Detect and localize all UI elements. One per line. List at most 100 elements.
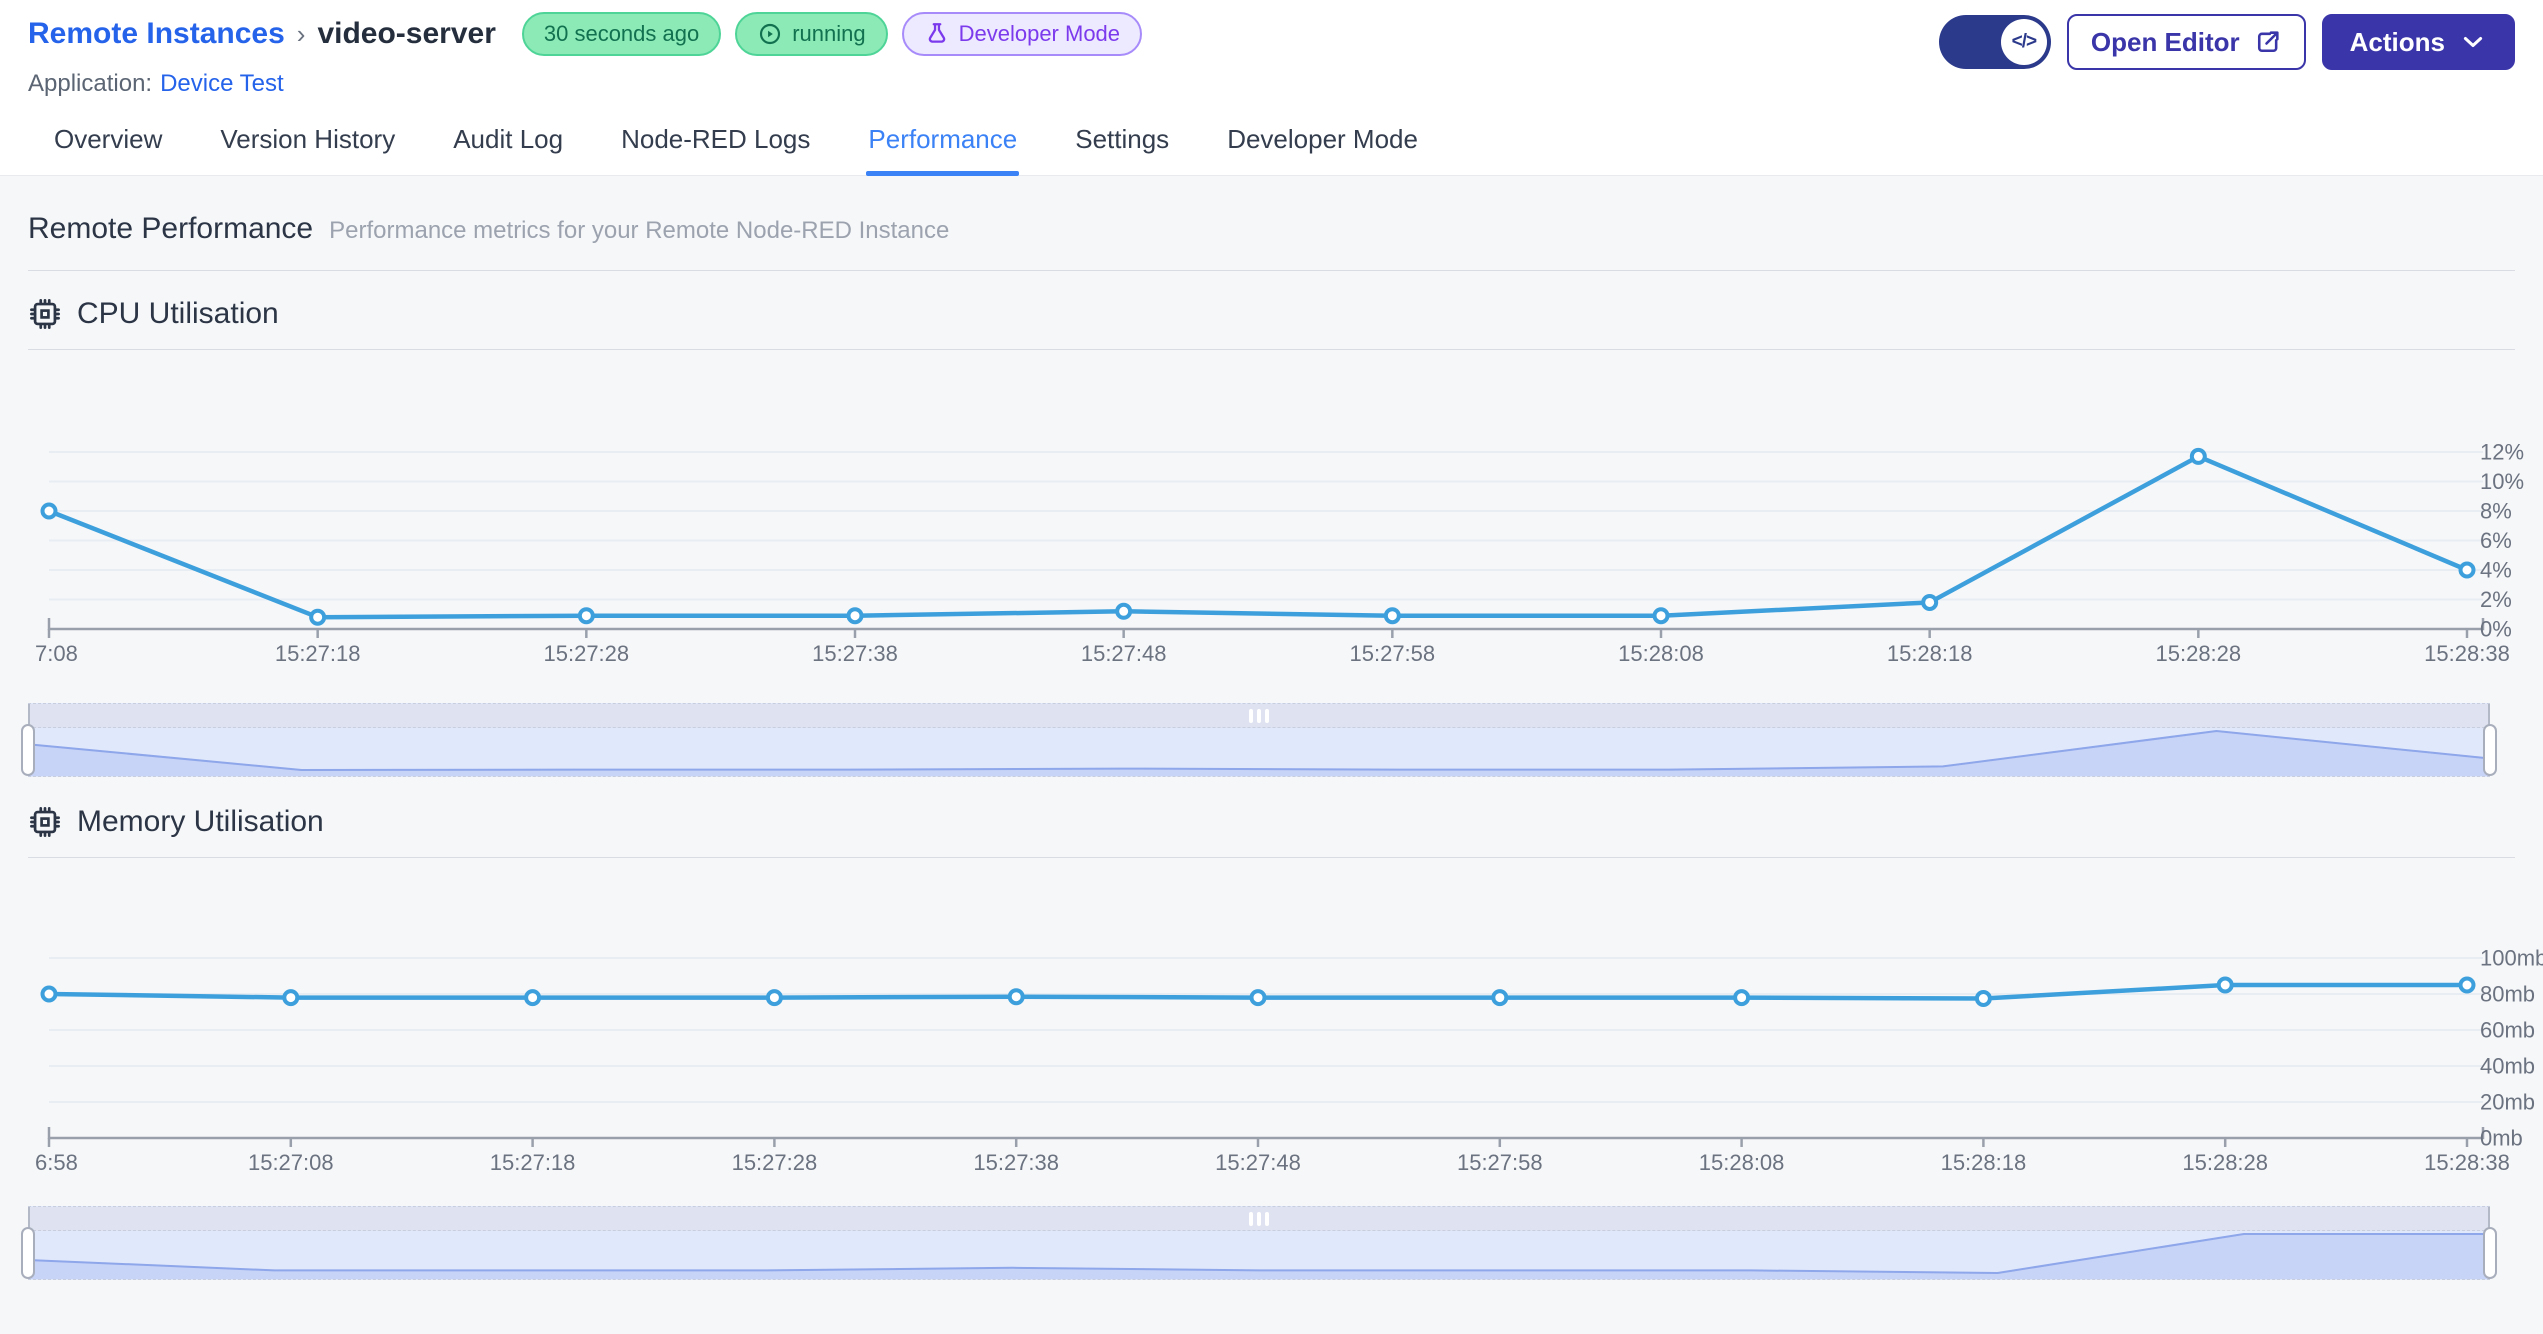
- data-point: [1652, 607, 1670, 625]
- application-label: Application:: [28, 70, 153, 97]
- flask-icon: [924, 21, 950, 47]
- data-point: [2216, 976, 2234, 994]
- y-axis-label: 10%: [2480, 469, 2524, 494]
- status-badge-running: running: [735, 12, 888, 56]
- breadcrumb-instance-name: video-server: [317, 17, 496, 50]
- data-point: [765, 989, 783, 1007]
- data-point: [1383, 607, 1401, 625]
- tab-node-red-logs[interactable]: Node-RED Logs: [619, 124, 812, 175]
- data-point: [1249, 989, 1267, 1007]
- x-axis-label: 15:27:38: [812, 641, 898, 666]
- data-point: [1007, 988, 1025, 1006]
- x-axis-label: 15:28:38: [2424, 641, 2510, 666]
- data-point: [1974, 990, 1992, 1007]
- chart-cpu-utilisation: 7:08 15:27:18 15:27:28 15:27:38 15:27:48 15:2…: [35, 440, 2524, 666]
- y-axis-label: 60mb: [2480, 1018, 2535, 1043]
- y-axis-label: 12%: [2480, 440, 2524, 465]
- tab-performance[interactable]: Performance: [866, 124, 1020, 176]
- brush-mini-chart: [27, 729, 2491, 776]
- status-badges: 30 seconds ago running Developer Mode: [521, 12, 1143, 56]
- brush-grip-icon[interactable]: [1249, 709, 1269, 723]
- range-brush-cpu-utilisation[interactable]: [21, 703, 2497, 777]
- section-title: CPU Utilisation: [77, 297, 279, 330]
- page-subtitle: Performance metrics for your Remote Node…: [329, 217, 950, 244]
- x-axis-label: 15:27:08: [248, 1150, 334, 1175]
- open-editor-button[interactable]: Open Editor: [2066, 14, 2306, 70]
- data-point: [577, 607, 595, 625]
- chart-sections: CPU Utilisation 7:08 15:27:18 15:27:28 15:27…: [21, 297, 2543, 1280]
- data-point: [1921, 593, 1939, 611]
- actions-label: Actions: [2349, 26, 2445, 57]
- code-icon: </>: [2000, 19, 2047, 65]
- brush-left-handle[interactable]: [21, 724, 35, 776]
- x-axis-label: 15:27:18: [490, 1150, 576, 1175]
- app-root: Remote Instances › video-server 30 secon…: [0, 0, 2543, 1334]
- x-axis-label: 15:27:38: [973, 1150, 1059, 1175]
- chart-area: 6:58 15:27:08 15:27:18 15:27:28 15:27:38 15:2…: [28, 858, 2543, 1188]
- y-axis-label: 80mb: [2480, 982, 2535, 1007]
- data-point: [2458, 976, 2476, 994]
- chevron-down-icon: [2463, 36, 2483, 48]
- y-axis-label: 6%: [2480, 528, 2512, 553]
- x-axis-label: 15:27:48: [1081, 641, 1167, 666]
- header: Remote Instances › video-server 30 secon…: [0, 0, 2543, 98]
- status-badge-developer-mode: Developer Mode: [901, 12, 1143, 56]
- x-axis-label: 15:27:18: [275, 641, 361, 666]
- y-axis-label: 8%: [2480, 499, 2512, 524]
- y-axis-label: 100mb: [2480, 946, 2543, 971]
- data-point: [1733, 989, 1751, 1007]
- x-axis-label: 15:27:28: [732, 1150, 818, 1175]
- title-divider: [28, 270, 2515, 271]
- y-axis-label: 4%: [2480, 558, 2512, 583]
- tab-developer-mode[interactable]: Developer Mode: [1225, 124, 1420, 175]
- brush-grip-icon[interactable]: [1249, 1212, 1269, 1226]
- brush-mini-chart: [27, 1233, 2490, 1279]
- data-point: [40, 985, 58, 1003]
- actions-button[interactable]: Actions: [2321, 14, 2515, 70]
- y-axis-label: 0%: [2480, 617, 2512, 642]
- developer-mode-toggle[interactable]: </>: [1938, 15, 2051, 69]
- x-axis-label: 7:08: [35, 641, 78, 666]
- external-link-icon: [2257, 31, 2279, 53]
- section-title: Memory Utilisation: [77, 805, 324, 838]
- data-point: [1491, 989, 1509, 1007]
- brush-left-handle[interactable]: [21, 1227, 35, 1279]
- breadcrumb-remote-instances-link[interactable]: Remote Instances: [28, 17, 285, 51]
- data-point: [40, 502, 58, 520]
- x-axis-label: 15:28:28: [2182, 1150, 2268, 1175]
- chip-icon: [28, 297, 62, 331]
- y-axis-label: 40mb: [2480, 1054, 2535, 1079]
- data-point: [309, 608, 327, 626]
- tab-bar: Overview Version History Audit Log Node-RED…: [0, 98, 2543, 176]
- open-editor-label: Open Editor: [2090, 26, 2240, 57]
- range-brush-memory-utilisation[interactable]: [21, 1206, 2497, 1280]
- page-title: Remote Performance: [28, 212, 314, 245]
- badge-label: 30 seconds ago: [543, 21, 700, 46]
- y-axis-label: 2%: [2480, 587, 2512, 612]
- x-axis-label: 15:27:48: [1215, 1150, 1301, 1175]
- x-axis-label: 15:28:38: [2424, 1150, 2510, 1175]
- data-point: [524, 989, 542, 1007]
- data-point: [846, 607, 864, 625]
- x-axis-label: 15:28:18: [1941, 1150, 2027, 1175]
- badge-label: running: [792, 21, 866, 46]
- application-link[interactable]: Device Test: [160, 70, 284, 98]
- x-axis-label: 15:28:08: [1699, 1150, 1785, 1175]
- tab-audit-log[interactable]: Audit Log: [451, 124, 565, 175]
- main-content: Remote Performance Performance metrics f…: [0, 176, 2543, 1334]
- x-axis-label: 15:27:58: [1457, 1150, 1543, 1175]
- x-axis-label: 15:28:28: [2156, 641, 2242, 666]
- badge-label: Developer Mode: [958, 21, 1121, 46]
- tab-version-history[interactable]: Version History: [218, 124, 397, 175]
- tab-settings[interactable]: Settings: [1073, 124, 1171, 175]
- x-axis-label: 15:27:28: [544, 641, 630, 666]
- brush-right-handle[interactable]: [2483, 1227, 2497, 1279]
- brush-right-handle[interactable]: [2483, 724, 2497, 776]
- chart-area: 7:08 15:27:18 15:27:28 15:27:38 15:27:48 15:2…: [28, 350, 2524, 685]
- x-axis-label: 6:58: [35, 1150, 78, 1175]
- section-memory-utilisation: Memory Utilisation 6:58 15:27:08 15:27:18 15…: [21, 805, 2543, 1280]
- breadcrumb: Remote Instances › video-server: [28, 17, 496, 51]
- tab-overview[interactable]: Overview: [52, 124, 164, 175]
- section-cpu-utilisation: CPU Utilisation 7:08 15:27:18 15:27:28 15:27…: [21, 297, 2524, 777]
- data-point: [1115, 602, 1133, 620]
